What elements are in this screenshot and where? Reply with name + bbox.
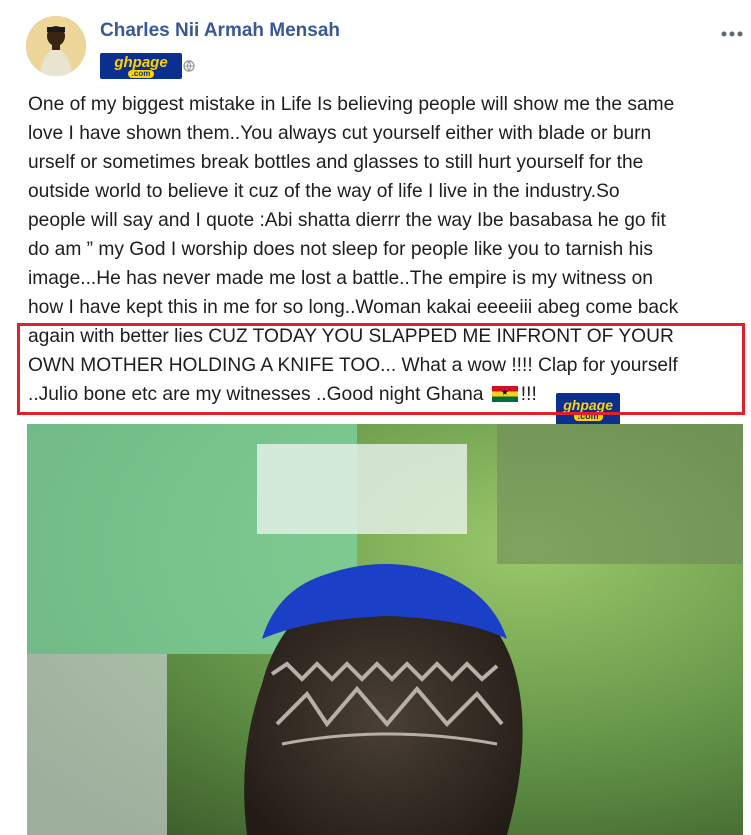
author-badge: ghpage .com [100, 52, 195, 80]
highlighted-line: OWN MOTHER HOLDING A KNIFE TOO... What a… [28, 355, 678, 376]
post-photo[interactable] [27, 424, 743, 835]
haircut-photo-image [27, 424, 743, 835]
post-body: One of my biggest mistake in Life Is bel… [28, 90, 745, 427]
ghana-flag-icon: ★ [491, 386, 518, 402]
ghpage-logo: ghpage .com [100, 53, 182, 79]
globe-icon [183, 60, 195, 72]
post-line: love I have shown them..You always cut y… [28, 123, 652, 144]
post-line: outside world to believe it cuz of the w… [28, 181, 620, 202]
post-line: people will say and I quote :Abi shatta … [28, 210, 666, 231]
post-line: urself or sometimes break bottles and gl… [28, 152, 644, 173]
author-name[interactable]: Charles Nii Armah Mensah [100, 20, 340, 42]
post-line: One of my biggest mistake in Life Is bel… [28, 94, 675, 115]
post-line-text: ..Julio bone etc are my witnesses ..Good… [28, 384, 484, 405]
highlighted-line: again with better lies CUZ TODAY YOU SLA… [28, 326, 674, 347]
ghpage-logo: ghpage .com [556, 392, 621, 427]
post-line: do am ” my God I worship does not sleep … [28, 239, 653, 260]
post-line-suffix: !!! [520, 384, 537, 405]
more-options-button[interactable] [720, 19, 744, 39]
more-horizontal-icon [721, 31, 743, 37]
person-avatar-image [26, 16, 86, 76]
highlighted-line-last: ..Julio bone etc are my witnesses ..Good… [28, 380, 745, 427]
post-line: how I have kept this in me for so long..… [28, 297, 679, 318]
post-line: image...He has never made me lost a batt… [28, 268, 653, 289]
avatar[interactable] [26, 16, 86, 76]
